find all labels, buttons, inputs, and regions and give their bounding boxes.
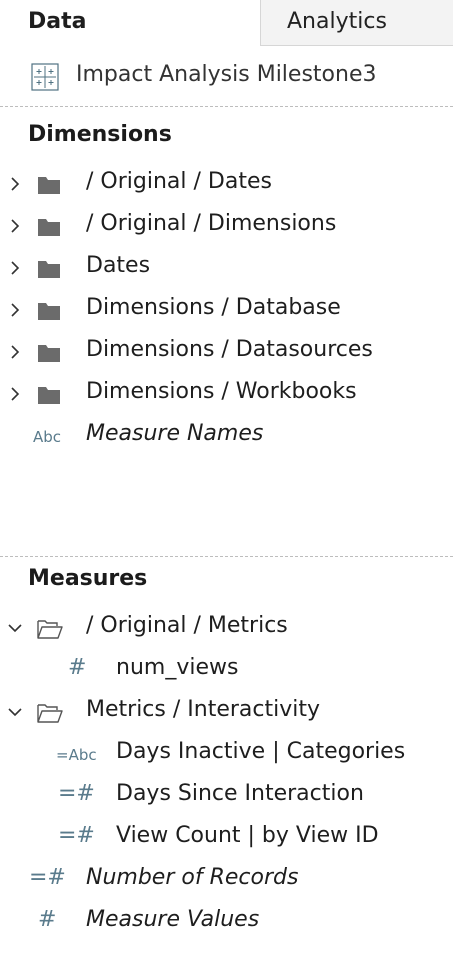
field-label: View Count | by View ID	[116, 823, 379, 848]
chevron-down-icon[interactable]	[7, 703, 23, 721]
measure-folder-original-metrics[interactable]: / Original / Metrics	[0, 608, 453, 648]
field-label: Measure Values	[86, 907, 260, 932]
field-number-of-records[interactable]: =# Number of Records	[0, 860, 453, 900]
dimension-folder-dates[interactable]: Dates	[0, 248, 453, 288]
field-label: Measure Names	[86, 421, 264, 446]
dimension-folder-label: Dimensions / Datasources	[86, 337, 373, 362]
dimensions-title: Dimensions	[28, 122, 172, 147]
dimension-folder-label: Dimensions / Database	[86, 295, 341, 320]
field-label: Number of Records	[86, 865, 299, 890]
dimension-folder-label: / Original / Dates	[86, 169, 272, 194]
field-view-count-by-view-id[interactable]: =# View Count | by View ID	[0, 818, 453, 858]
folder-icon	[38, 345, 60, 362]
datasource-grid-icon	[31, 63, 59, 91]
field-days-inactive-categories[interactable]: =Abc Days Inactive | Categories	[0, 734, 453, 774]
dimension-folder-database[interactable]: Dimensions / Database	[0, 290, 453, 330]
measure-folder-label: Metrics / Interactivity	[86, 697, 320, 722]
open-folder-icon	[37, 620, 63, 639]
string-type-icon: Abc	[33, 428, 62, 446]
divider	[0, 556, 453, 557]
chevron-down-icon[interactable]	[7, 619, 23, 637]
chevron-right-icon[interactable]	[7, 385, 23, 403]
field-num-views[interactable]: # num_views	[0, 650, 453, 690]
number-type-icon: #	[38, 907, 57, 932]
folder-icon	[38, 387, 60, 404]
number-type-icon: #	[68, 655, 87, 680]
calculated-number-type-icon: =#	[58, 823, 95, 848]
dimension-folder-original-dates[interactable]: / Original / Dates	[0, 164, 453, 204]
measures-title: Measures	[28, 566, 148, 591]
folder-icon	[38, 177, 60, 194]
calculated-number-type-icon: =#	[29, 865, 66, 890]
tab-data[interactable]: Data	[0, 0, 260, 46]
dimension-folder-label: Dimensions / Workbooks	[86, 379, 357, 404]
chevron-right-icon[interactable]	[7, 301, 23, 319]
measure-folder-label: / Original / Metrics	[86, 613, 288, 638]
calculated-number-type-icon: =#	[58, 781, 95, 806]
field-label: num_views	[116, 655, 239, 680]
datasource-name: Impact Analysis Milestone3	[76, 62, 377, 87]
dimension-folder-label: Dates	[86, 253, 151, 278]
tab-analytics[interactable]: Analytics	[260, 0, 453, 46]
chevron-right-icon[interactable]	[7, 217, 23, 235]
folder-icon	[38, 261, 60, 278]
dimension-folder-datasources[interactable]: Dimensions / Datasources	[0, 332, 453, 372]
chevron-right-icon[interactable]	[7, 175, 23, 193]
measure-folder-metrics-interactivity[interactable]: Metrics / Interactivity	[0, 692, 453, 732]
field-label: Days Inactive | Categories	[116, 739, 406, 764]
field-label: Days Since Interaction	[116, 781, 364, 806]
chevron-right-icon[interactable]	[7, 259, 23, 277]
field-days-since-interaction[interactable]: =# Days Since Interaction	[0, 776, 453, 816]
dimension-folder-workbooks[interactable]: Dimensions / Workbooks	[0, 374, 453, 414]
pane-tabs: Data Analytics	[0, 0, 453, 46]
divider	[0, 106, 453, 107]
dimension-folder-original-dimensions[interactable]: / Original / Dimensions	[0, 206, 453, 246]
datasource-row[interactable]: Impact Analysis Milestone3	[0, 57, 453, 97]
folder-icon	[38, 219, 60, 236]
field-measure-values[interactable]: # Measure Values	[0, 902, 453, 942]
open-folder-icon	[37, 704, 63, 723]
field-measure-names[interactable]: Abc Measure Names	[0, 416, 453, 456]
folder-icon	[38, 303, 60, 320]
dimension-folder-label: / Original / Dimensions	[86, 211, 337, 236]
calculated-string-type-icon: =Abc	[56, 746, 97, 764]
chevron-right-icon[interactable]	[7, 343, 23, 361]
